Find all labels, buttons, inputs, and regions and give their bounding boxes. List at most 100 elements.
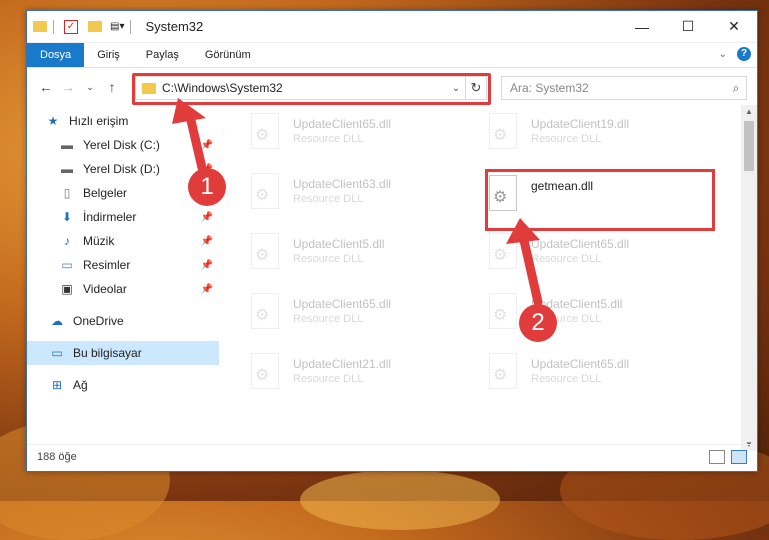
file-description: Resource DLL xyxy=(293,193,364,205)
sidebar-item-label: Yerel Disk (C:) xyxy=(83,138,160,152)
tab-home[interactable]: Giriş xyxy=(84,43,133,67)
file-item[interactable]: ⚙ UpdateClient21.dll Resource DLL xyxy=(247,353,467,403)
star-icon: ★ xyxy=(47,114,59,128)
address-highlight-box xyxy=(132,73,491,105)
dll-file-icon: ⚙ xyxy=(247,353,279,391)
file-item[interactable]: ⚙ UpdateClient5.dll Resource DLL xyxy=(247,233,467,283)
details-view-icon[interactable] xyxy=(709,450,725,464)
recent-locations-icon[interactable]: ⌄ xyxy=(79,82,101,93)
customize-qat-icon[interactable]: ▤▾ xyxy=(110,21,124,32)
file-description: Resource DLL xyxy=(531,373,602,385)
search-placeholder: Ara: System32 xyxy=(510,81,589,95)
background-leaf xyxy=(300,470,500,530)
sidebar-item-label: Ağ xyxy=(73,378,88,392)
close-button[interactable]: ✕ xyxy=(711,11,757,42)
status-bar: 188 öğe xyxy=(27,444,757,471)
file-description: Resource DLL xyxy=(293,373,364,385)
download-icon: ⬇ xyxy=(61,210,73,224)
file-list: ⚙ UpdateClient65.dll Resource DLL ⚙ Upda… xyxy=(227,105,735,445)
file-description: Resource DLL xyxy=(293,253,364,265)
video-icon: ▣ xyxy=(61,282,73,296)
file-name: UpdateClient63.dll xyxy=(293,177,392,191)
file-item[interactable]: ⚙ UpdateClient65.dll Resource DLL xyxy=(247,113,467,163)
callout-badge-1: 1 xyxy=(188,168,226,206)
dll-file-icon: ⚙ xyxy=(485,353,517,391)
sidebar-item-downloads[interactable]: ⬇ İndirmeler 📌 xyxy=(27,205,219,229)
dll-file-icon: ⚙ xyxy=(485,233,517,271)
scrollbar-thumb[interactable] xyxy=(744,121,754,171)
file-item[interactable]: ⚙ UpdateClient63.dll Resource DLL xyxy=(247,173,467,223)
expand-ribbon-icon[interactable]: ⌄ xyxy=(719,49,727,60)
file-highlight-box xyxy=(485,169,715,231)
dll-file-icon: ⚙ xyxy=(485,293,517,331)
drive-icon: ▬ xyxy=(61,162,73,176)
file-name: UpdateClient21.dll xyxy=(293,357,392,371)
pin-icon: 📌 xyxy=(200,235,213,247)
pin-icon: 📌 xyxy=(200,139,213,151)
maximize-button[interactable]: ☐ xyxy=(665,11,711,42)
tiles-view-icon[interactable] xyxy=(731,450,747,464)
dll-file-icon: ⚙ xyxy=(247,113,279,151)
vertical-scrollbar[interactable]: ▲ ▼ xyxy=(741,105,757,451)
sidebar-item-label: Resimler xyxy=(83,258,131,272)
sidebar-item-label: Yerel Disk (D:) xyxy=(83,162,160,176)
file-description: Resource DLL xyxy=(293,313,364,325)
sidebar-item-label: OneDrive xyxy=(73,314,124,328)
window-title: System32 xyxy=(145,19,204,34)
pin-icon: 📌 xyxy=(200,211,213,223)
navigation-pane: ★ Hızlı erişim ▬ Yerel Disk (C:) 📌 ▬ Yer… xyxy=(27,105,219,445)
file-item[interactable]: ⚙ UpdateClient5.dll Resource DLL xyxy=(485,293,705,343)
file-name: UpdateClient65.dll xyxy=(293,297,392,311)
file-description: Resource DLL xyxy=(293,133,364,145)
back-arrow-icon[interactable]: ← xyxy=(35,79,57,95)
explorer-window: ✓ ▤▾ System32 — ☐ ✕ Dosya Giriş Paylaş G… xyxy=(26,10,758,472)
file-item[interactable]: ⚙ UpdateClient65.dll Resource DLL xyxy=(247,293,467,343)
forward-arrow-icon[interactable]: → xyxy=(57,79,79,95)
network-icon: ⊞ xyxy=(51,378,63,392)
dll-file-icon: ⚙ xyxy=(247,233,279,271)
pin-icon: 📌 xyxy=(200,259,213,271)
file-item[interactable]: ⚙ UpdateClient65.dll Resource DLL xyxy=(485,233,705,283)
properties-icon[interactable]: ✓ xyxy=(64,19,78,34)
pin-icon: 📌 xyxy=(200,283,213,295)
dll-file-icon: ⚙ xyxy=(247,173,279,211)
title-bar: ✓ ▤▾ System32 — ☐ ✕ xyxy=(27,11,757,43)
divider xyxy=(53,19,54,34)
sidebar-item-this-pc[interactable]: ▭ Bu bilgisayar xyxy=(27,341,219,365)
file-item[interactable]: ⚙ UpdateClient65.dll Resource DLL xyxy=(485,353,705,403)
minimize-button[interactable]: — xyxy=(619,11,665,42)
search-input[interactable]: Ara: System32 ⌕ xyxy=(501,76,747,100)
sidebar-item-local-disk-c[interactable]: ▬ Yerel Disk (C:) 📌 xyxy=(27,133,219,157)
sidebar-item-label: Bu bilgisayar xyxy=(73,346,142,360)
navigation-bar: ← → ⌄ ↑ C:\Windows\System32 ⌄ ↻ Ara: Sys… xyxy=(27,68,757,106)
divider xyxy=(130,19,132,34)
sidebar-item-label: Hızlı erişim xyxy=(69,114,129,128)
sidebar-item-pictures[interactable]: ▭ Resimler 📌 xyxy=(27,253,219,277)
sidebar-item-videos[interactable]: ▣ Videolar 📌 xyxy=(27,277,219,301)
search-icon[interactable]: ⌕ xyxy=(726,81,746,96)
computer-icon: ▭ xyxy=(51,346,63,360)
tab-file[interactable]: Dosya xyxy=(27,43,85,67)
sidebar-item-network[interactable]: ⊞ Ağ xyxy=(27,373,219,397)
file-name: UpdateClient19.dll xyxy=(531,117,630,131)
ribbon-tabs: Dosya Giriş Paylaş Görünüm ⌄ ? xyxy=(27,43,757,68)
picture-icon: ▭ xyxy=(61,258,73,272)
sidebar-item-quick-access[interactable]: ★ Hızlı erişim xyxy=(45,109,219,133)
dll-file-icon: ⚙ xyxy=(485,113,517,151)
folder-icon xyxy=(33,21,47,32)
help-icon[interactable]: ? xyxy=(737,47,751,61)
file-item[interactable]: ⚙ UpdateClient19.dll Resource DLL xyxy=(485,113,705,163)
sidebar-item-music[interactable]: ♪ Müzik 📌 xyxy=(27,229,219,253)
tab-view[interactable]: Görünüm xyxy=(192,43,264,67)
music-icon: ♪ xyxy=(64,234,70,248)
sidebar-item-onedrive[interactable]: ☁ OneDrive xyxy=(27,309,219,333)
scroll-up-icon[interactable]: ▲ xyxy=(741,107,757,116)
sidebar-item-label: Müzik xyxy=(83,234,115,248)
up-arrow-icon[interactable]: ↑ xyxy=(101,79,123,95)
item-count: 188 öğe xyxy=(37,451,77,463)
tab-share[interactable]: Paylaş xyxy=(133,43,192,67)
file-name: UpdateClient65.dll xyxy=(293,117,392,131)
sidebar-item-label: Belgeler xyxy=(83,186,128,200)
cloud-icon: ☁ xyxy=(51,314,63,328)
new-folder-icon[interactable] xyxy=(88,21,102,32)
